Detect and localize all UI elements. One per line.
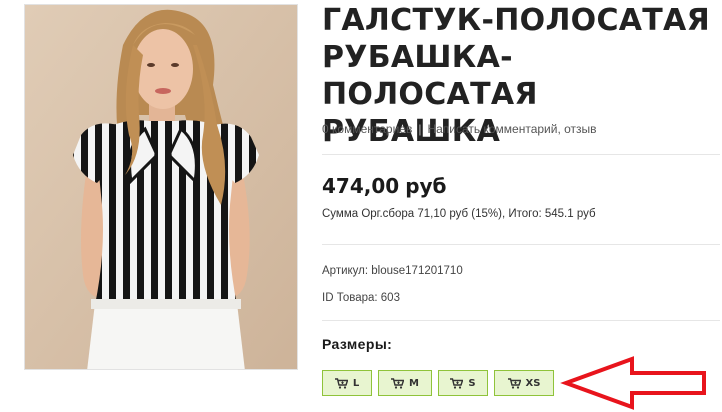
size-button-l[interactable]: L — [322, 370, 372, 396]
size-label: L — [352, 377, 360, 389]
cart-plus-icon — [391, 377, 405, 389]
price: 474,00 руб — [322, 174, 447, 198]
size-button-s[interactable]: S — [438, 370, 488, 396]
divider — [322, 244, 720, 245]
divider — [322, 154, 720, 155]
size-button-xs[interactable]: XS — [494, 370, 554, 396]
size-label: M — [409, 377, 419, 389]
fee-text: Сумма Орг.сбора 71,10 руб (15%), Итого: … — [322, 208, 596, 220]
size-label: S — [468, 377, 476, 389]
cart-plus-icon — [507, 377, 521, 389]
write-review-link[interactable]: Написать комментарий, отзыв — [427, 122, 596, 136]
size-label: XS — [525, 377, 541, 389]
separator: | — [418, 122, 422, 136]
article-number: Артикул: blouse171201710 — [322, 265, 463, 277]
product-photo[interactable] — [24, 4, 298, 370]
red-arrow-left-icon — [560, 356, 706, 410]
sizes-label: Размеры: — [322, 336, 393, 352]
size-button-m[interactable]: M — [378, 370, 432, 396]
price-currency: руб — [405, 174, 447, 198]
review-links: 0 комментариев | Написать комментарий, отз… — [322, 122, 597, 136]
divider — [322, 320, 720, 321]
price-amount: 474,00 — [322, 174, 400, 198]
cart-plus-icon — [334, 377, 348, 389]
cart-plus-icon — [450, 377, 464, 389]
comments-link[interactable]: 0 комментариев — [322, 122, 412, 136]
product-id: ID Товара: 603 — [322, 292, 400, 304]
